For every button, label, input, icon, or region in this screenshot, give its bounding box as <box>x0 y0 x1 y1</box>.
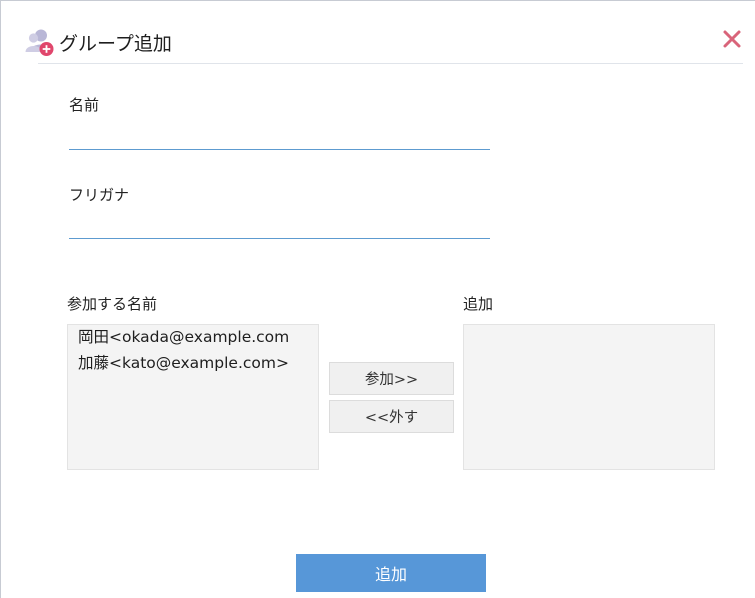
available-members-list[interactable]: 岡田<okada@example.com 加藤<kato@example.com… <box>67 324 319 470</box>
dialog-header: グループ追加 <box>23 27 172 57</box>
name-input[interactable] <box>69 122 490 150</box>
close-icon[interactable] <box>721 28 743 50</box>
dialog-title: グループ追加 <box>59 32 172 55</box>
available-members-label: 参加する名前 <box>67 295 158 313</box>
add-group-dialog: グループ追加 名前 フリガナ 参加する名前 岡田<okada@example.c… <box>0 0 755 598</box>
add-group-icon <box>25 29 54 56</box>
furigana-label: フリガナ <box>69 186 130 204</box>
remove-member-button[interactable]: <<外す <box>329 400 454 433</box>
furigana-input[interactable] <box>69 211 490 239</box>
header-divider <box>38 63 743 64</box>
added-members-label: 追加 <box>463 295 494 313</box>
list-item[interactable]: 岡田<okada@example.com <box>68 325 318 350</box>
list-item[interactable]: 加藤<kato@example.com> <box>68 350 318 376</box>
name-label: 名前 <box>69 96 100 114</box>
add-member-button[interactable]: 参加>> <box>329 362 454 395</box>
add-group-submit-button[interactable]: 追加 <box>296 554 486 592</box>
added-members-list[interactable] <box>463 324 715 470</box>
